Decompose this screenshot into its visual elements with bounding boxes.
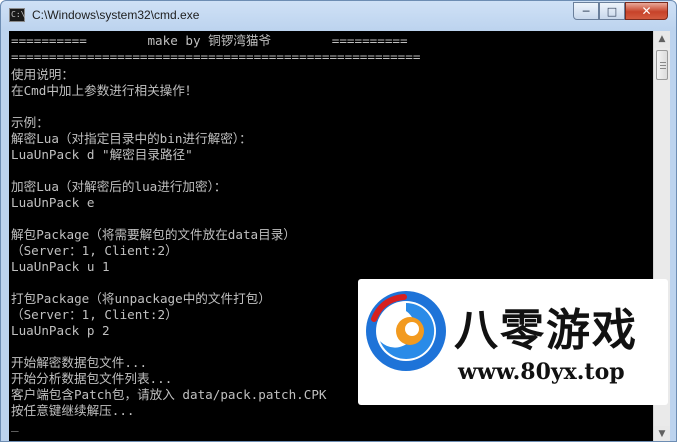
console-header: ========== make by 铜锣湾猫爷 ==========: [11, 33, 408, 48]
console-line: 在Cmd中加上参数进行相关操作！: [11, 83, 198, 98]
console-line: 加密Lua（对解密后的lua进行加密）：: [11, 179, 227, 194]
console-line: 使用说明：: [11, 67, 74, 82]
console-line: 开始分析数据包文件列表...: [11, 371, 173, 386]
scroll-down-arrow-icon[interactable]: ▼: [654, 426, 670, 441]
watermark-url: www.80yx.top: [458, 359, 625, 385]
cmd-icon[interactable]: C:\: [9, 8, 25, 22]
swirl-logo-icon: [366, 291, 446, 371]
grip-line: [660, 62, 666, 63]
console-line: （Server：1, Client:2）: [11, 307, 178, 322]
console-line: （Server：1, Client:2）: [11, 243, 178, 258]
grip-line: [660, 65, 666, 66]
window-controls: ─ □ ✕: [573, 2, 668, 21]
console-separator: ========================================…: [11, 49, 421, 64]
console-line: 解密Lua（对指定目录中的bin进行解密）：: [11, 131, 252, 146]
console-line: LuaUnPack u 1: [11, 259, 110, 274]
cmd-window: C:\ C:\Windows\system32\cmd.exe ─ □ ✕ ==…: [0, 0, 677, 442]
console-line: LuaUnPack d "解密目录路径": [11, 147, 193, 162]
watermark-overlay: 八零游戏 www.80yx.top: [358, 279, 668, 405]
minimize-button[interactable]: ─: [573, 2, 599, 20]
console-line: 解包Package（将需要解包的文件放在data目录）: [11, 227, 296, 242]
watermark-brand: 八零游戏: [454, 305, 638, 356]
console-cursor: _: [11, 417, 19, 432]
console-line: 示例：: [11, 115, 49, 130]
window-title: C:\Windows\system32\cmd.exe: [32, 8, 200, 22]
scrollbar-thumb[interactable]: [656, 50, 668, 80]
close-button[interactable]: ✕: [625, 2, 668, 20]
maximize-button[interactable]: □: [599, 2, 625, 20]
grip-line: [660, 68, 666, 69]
scroll-up-arrow-icon[interactable]: ▲: [654, 31, 670, 48]
console-line: 打包Package（将unpackage中的文件打包）: [11, 291, 271, 306]
console-line: 客户端包含Patch包，请放入 data/pack.patch.CPK: [11, 387, 327, 402]
title-bar[interactable]: C:\ C:\Windows\system32\cmd.exe ─ □ ✕: [1, 1, 676, 31]
console-line: 开始解密数据包文件...: [11, 355, 148, 370]
console-line: LuaUnPack e: [11, 195, 95, 210]
console-line: 按任意键继续解压...: [11, 403, 135, 418]
console-line: LuaUnPack p 2: [11, 323, 110, 338]
